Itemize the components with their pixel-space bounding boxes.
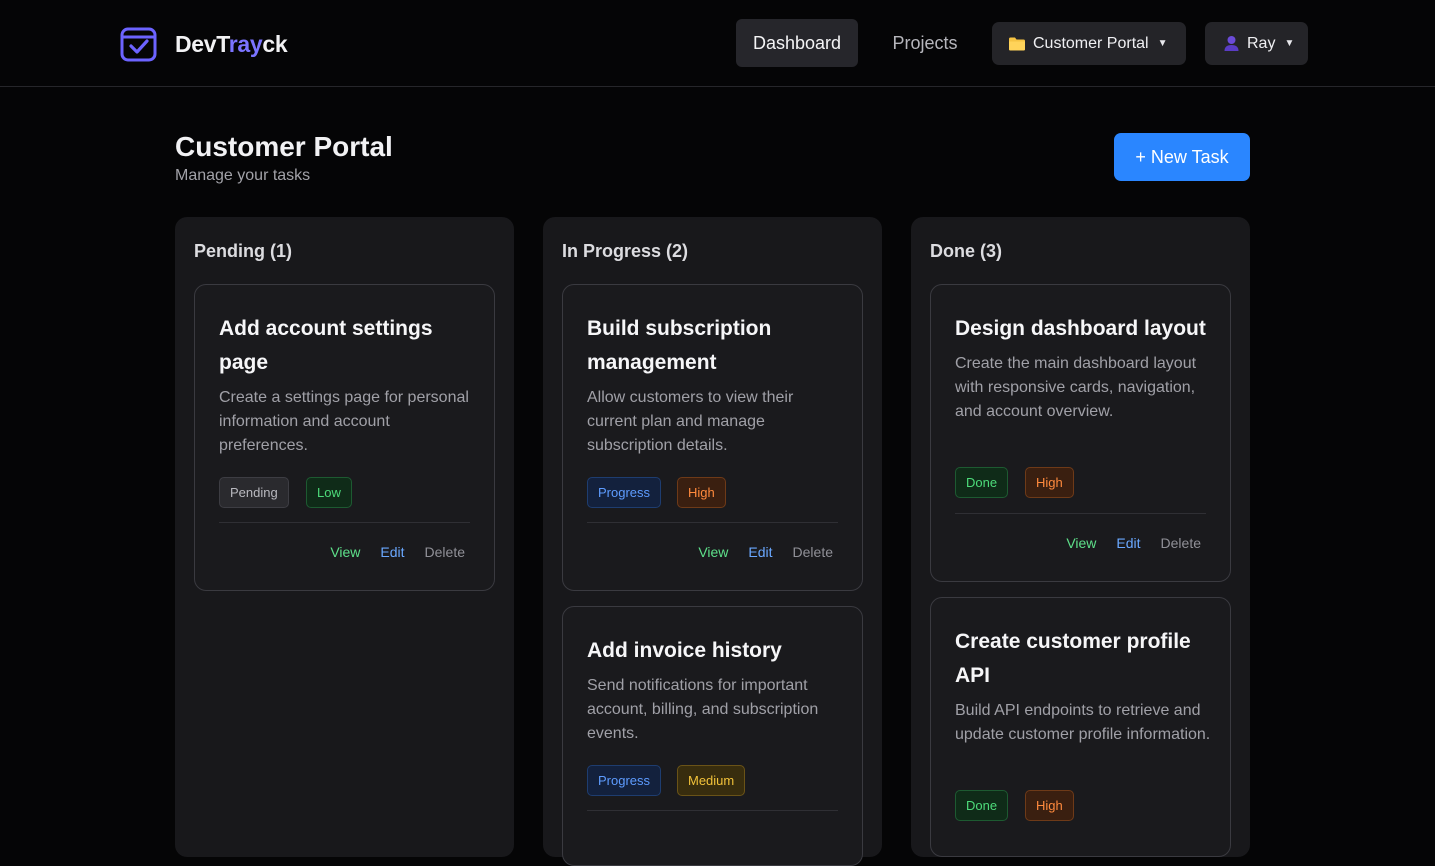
chevron-down-icon: ▼ — [1284, 38, 1295, 49]
card-actions: View Edit Delete — [330, 544, 465, 560]
task-description: Create the main dashboard layout with re… — [955, 355, 1197, 420]
chevron-down-icon: ▼ — [1157, 38, 1168, 49]
user-menu-dropdown[interactable]: Ray ▼ — [1205, 22, 1308, 65]
card-divider — [587, 522, 838, 523]
status-badge: Done — [955, 467, 1009, 498]
priority-badge: Medium — [677, 765, 746, 796]
column-title: In Progress (2) — [562, 241, 689, 261]
user-name: Ray — [1247, 34, 1276, 52]
task-title: Create customer profile API — [955, 630, 1191, 687]
column-done: Done (3) Design dashboard layout Create … — [911, 217, 1250, 857]
project-selector-dropdown[interactable]: Customer Portal ▼ — [992, 22, 1186, 65]
view-button[interactable]: View — [1066, 535, 1096, 551]
nav-dashboard[interactable]: Dashboard — [736, 19, 858, 67]
delete-button[interactable]: Delete — [425, 544, 465, 560]
task-title: Design dashboard layout — [955, 317, 1206, 340]
task-card[interactable]: Create customer profile API Build API en… — [930, 597, 1231, 857]
folder-icon — [1008, 36, 1026, 52]
status-badge: Done — [955, 790, 1009, 821]
page-subtitle: Manage your tasks — [175, 167, 311, 184]
edit-button[interactable]: Edit — [748, 544, 772, 560]
brand-prefix: DevT — [175, 31, 229, 57]
brand-accent: ray — [228, 31, 263, 57]
task-card[interactable]: Build subscription management Allow cust… — [562, 284, 863, 591]
project-selector-label: Customer Portal — [1033, 34, 1149, 52]
checkbox-logo-icon[interactable] — [120, 25, 158, 63]
edit-button[interactable]: Edit — [380, 544, 404, 560]
priority-badge: High — [1025, 790, 1074, 821]
task-card[interactable]: Add invoice history Send notifications f… — [562, 606, 863, 866]
priority-badge: High — [677, 477, 726, 508]
task-description: Send notifications for important account… — [587, 677, 819, 742]
card-actions: View Edit Delete — [698, 544, 833, 560]
priority-badge: Low — [306, 477, 352, 508]
top-navigation-bar: DevTrayck Dashboard Projects Customer Po… — [0, 0, 1435, 87]
card-divider — [955, 513, 1206, 514]
column-title: Done (3) — [930, 241, 1002, 261]
task-description: Build API endpoints to retrieve and upda… — [955, 702, 1211, 743]
status-badge: Progress — [587, 765, 662, 796]
column-in-progress: In Progress (2) Build subscription manag… — [543, 217, 882, 866]
task-title: Add account settings page — [219, 317, 433, 374]
task-description: Create a settings page for personal info… — [219, 389, 469, 454]
delete-button[interactable]: Delete — [793, 544, 833, 560]
priority-badge: High — [1025, 467, 1074, 498]
card-divider — [219, 522, 470, 523]
task-title: Build subscription management — [587, 317, 772, 374]
task-description: Allow customers to view their current pl… — [587, 389, 794, 454]
task-card[interactable]: Add account settings page Create a setti… — [194, 284, 495, 591]
view-button[interactable]: View — [330, 544, 360, 560]
task-title: Add invoice history — [587, 639, 782, 662]
card-actions: View Edit Delete — [1066, 535, 1201, 551]
column-title: Pending (1) — [194, 241, 292, 261]
edit-button[interactable]: Edit — [1116, 535, 1140, 551]
column-pending: Pending (1) Add account settings page Cr… — [175, 217, 514, 857]
status-badge: Pending — [219, 477, 289, 508]
status-badge: Progress — [587, 477, 662, 508]
brand-name[interactable]: DevTrayck — [175, 30, 288, 58]
nav-projects[interactable]: Projects — [877, 19, 973, 67]
brand-suffix: ck — [262, 31, 288, 57]
view-button[interactable]: View — [698, 544, 728, 560]
user-icon — [1223, 35, 1240, 52]
delete-button[interactable]: Delete — [1161, 535, 1201, 551]
new-task-button[interactable]: + New Task — [1114, 133, 1250, 181]
task-card[interactable]: Design dashboard layout Create the main … — [930, 284, 1231, 582]
page-title: Customer Portal — [175, 131, 393, 162]
card-divider — [587, 810, 838, 811]
